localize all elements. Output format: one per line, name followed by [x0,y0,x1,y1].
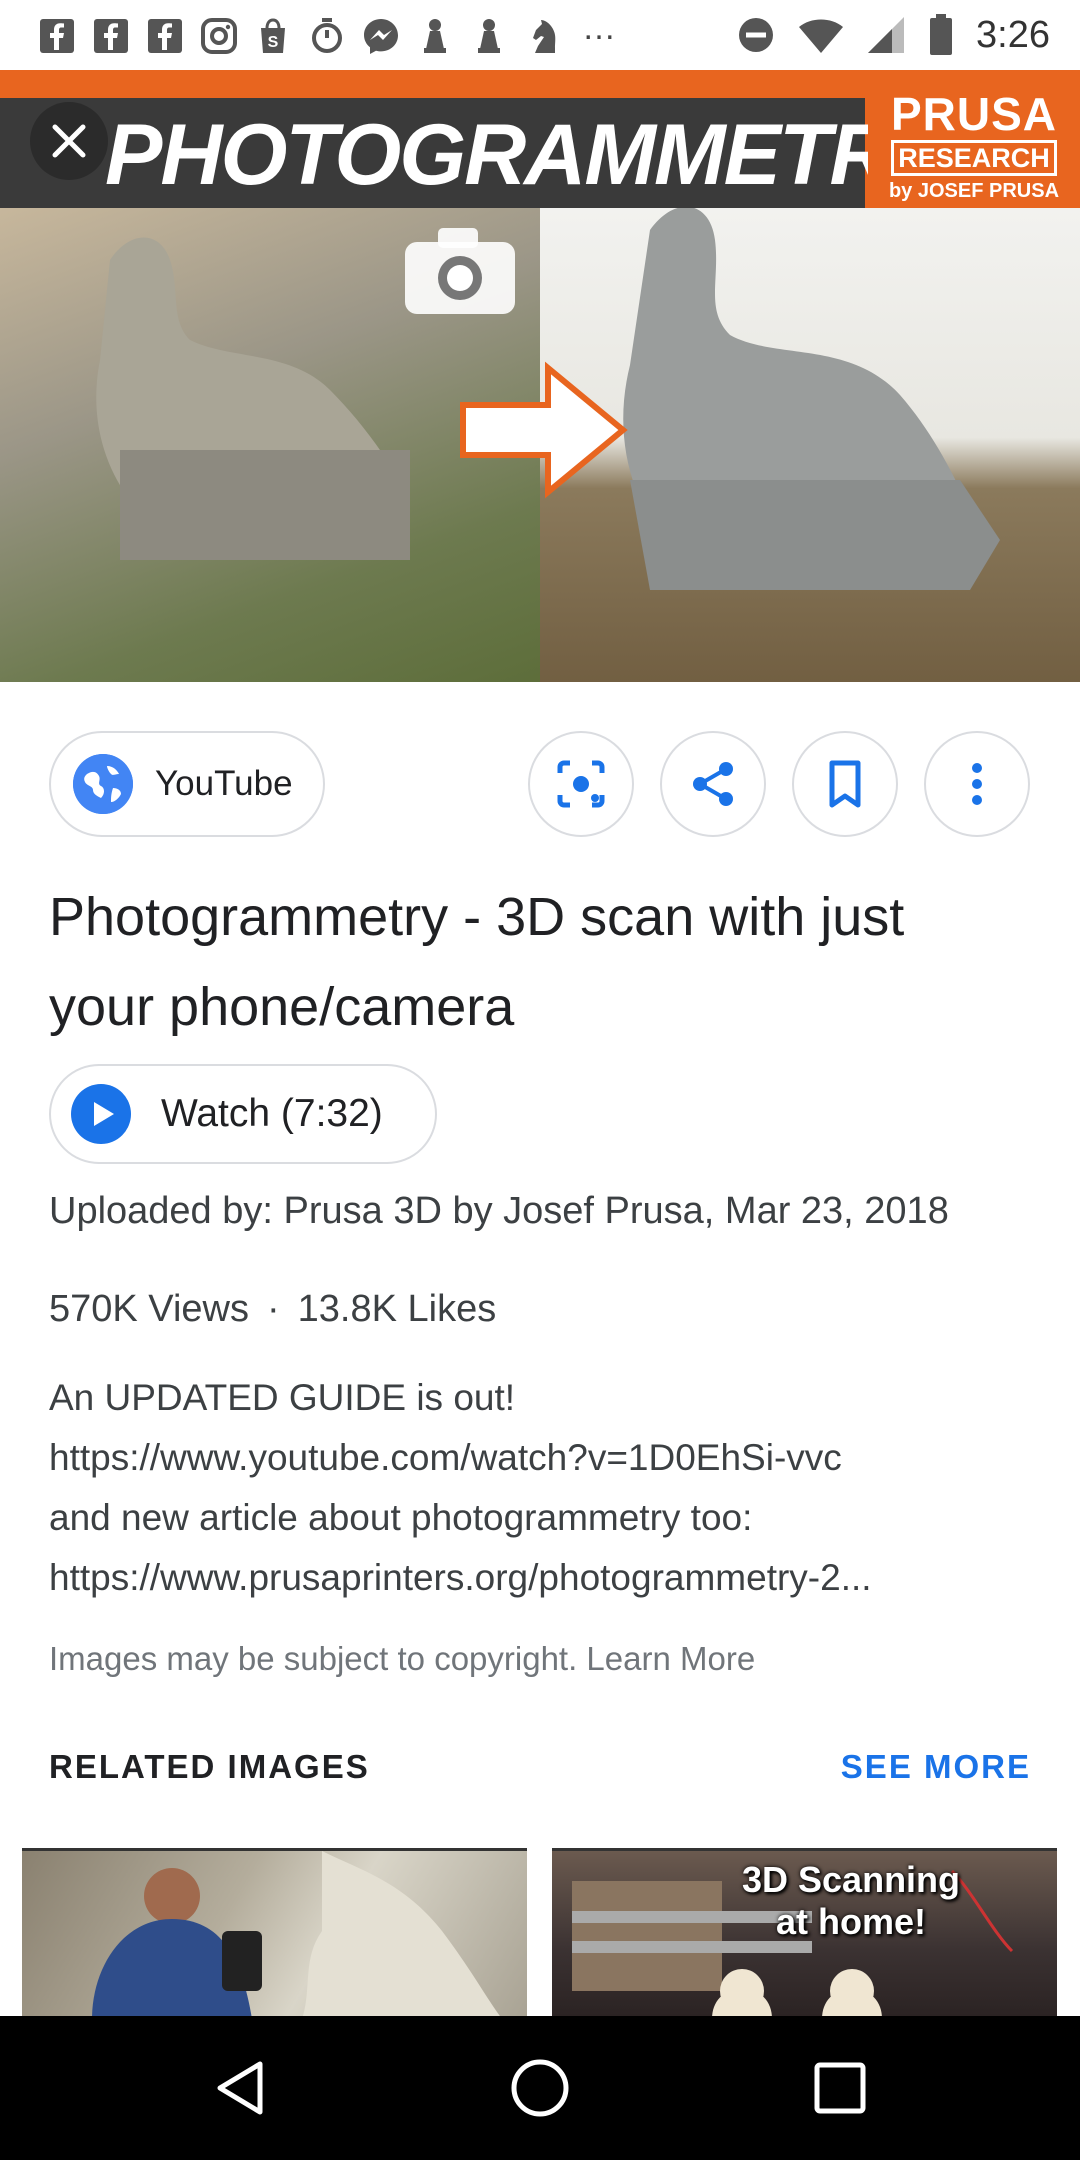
thumb-caption-line: 3D Scanning [742,1859,961,1900]
share-button[interactable] [660,731,766,837]
status-bar: S … 3:26 [0,0,1080,70]
globe-icon [73,754,133,814]
home-button[interactable] [508,2056,572,2120]
brand-sub: RESEARCH [891,140,1057,176]
brand-logo: PRUSA RESEARCH by JOSEF PRUSA [868,82,1080,207]
copyright-notice[interactable]: Images may be subject to copyright. Lear… [49,1640,755,1678]
notification-icons: S … [36,9,618,58]
bookmark-icon [829,760,861,808]
battery-icon [930,14,953,55]
timer-icon [306,15,348,57]
brand-name: PRUSA [890,88,1058,140]
related-image-content [92,1851,500,2016]
related-image-thumb[interactable]: 3D Scanning at home! [552,1848,1057,2016]
lens-button[interactable] [528,731,634,837]
instagram-icon [198,15,240,57]
brand-by: by JOSEF PRUSA [888,180,1060,202]
related-image-thumb[interactable] [22,1848,527,2016]
more-options-button[interactable] [924,731,1030,837]
likes-count: 13.8K Likes [297,1288,497,1330]
system-indicators: 3:26 [736,12,1050,58]
chess-knight-icon [522,15,564,57]
svg-text:S: S [268,34,279,51]
wifi-icon [799,19,844,53]
home-icon [511,2059,569,2117]
save-button[interactable] [792,731,898,837]
share-icon [693,762,733,806]
source-chip[interactable]: YouTube [49,731,325,837]
close-button[interactable] [30,102,108,180]
arrow-right-icon [460,361,628,499]
description-line: https://www.youtube.com/watch?v=1D0EhSi-… [49,1437,842,1478]
back-icon [217,2061,263,2115]
watch-button[interactable]: Watch (7:32) [49,1064,437,1164]
signal-icon [868,17,905,53]
back-button[interactable] [208,2056,272,2120]
recents-button[interactable] [808,2056,872,2120]
shopping-bag-icon: S [252,15,294,57]
uploaded-info: Uploaded by: Prusa 3D by Josef Prusa, Ma… [49,1190,949,1232]
camera-icon [405,228,515,314]
close-icon [52,124,86,158]
see-more-link[interactable]: SEE MORE [841,1748,1031,1786]
related-images-heading: RELATED IMAGES [49,1748,370,1785]
statue-shape [96,237,410,560]
recents-icon [814,2062,866,2114]
messenger-icon [360,15,402,57]
hero-image[interactable]: PHOTOGRAMMETRY PRUSA RESEARCH by JOSEF P… [0,70,1080,682]
facebook-icon [36,15,78,57]
pawn-icon [414,15,456,57]
more-vert-icon [972,763,982,805]
description: An UPDATED GUIDE is out! https://www.you… [49,1368,1049,1608]
play-icon [71,1084,131,1144]
thumb-caption-line: at home! [776,1901,927,1942]
stats-separator: · [266,1288,280,1330]
pawn-icon [468,15,510,57]
google-lens-icon [557,760,605,808]
clock: 3:26 [976,13,1050,56]
description-line: An UPDATED GUIDE is out! [49,1377,516,1418]
views-count: 570K Views [49,1288,249,1330]
thumb-caption: 3D Scanning at home! [742,1859,960,1943]
do-not-disturb-icon [739,18,774,52]
more-notifications-indicator: … [582,8,618,47]
result-title[interactable]: Photogrammetry - 3D scan with just your … [49,872,1009,1052]
facebook-icon [144,15,186,57]
description-line: https://www.prusaprinters.org/photogramm… [49,1557,872,1598]
description-line: and new article about photogrammetry too… [49,1497,753,1538]
facebook-icon [90,15,132,57]
hero-title: PHOTOGRAMMETRY [105,107,945,203]
video-stats: 570K Views · 13.8K Likes [49,1288,496,1331]
printed-statue-shape [623,206,1000,590]
navigation-bar [0,2016,1080,2160]
source-label: YouTube [155,764,293,803]
watch-label: Watch (7:32) [161,1092,383,1135]
